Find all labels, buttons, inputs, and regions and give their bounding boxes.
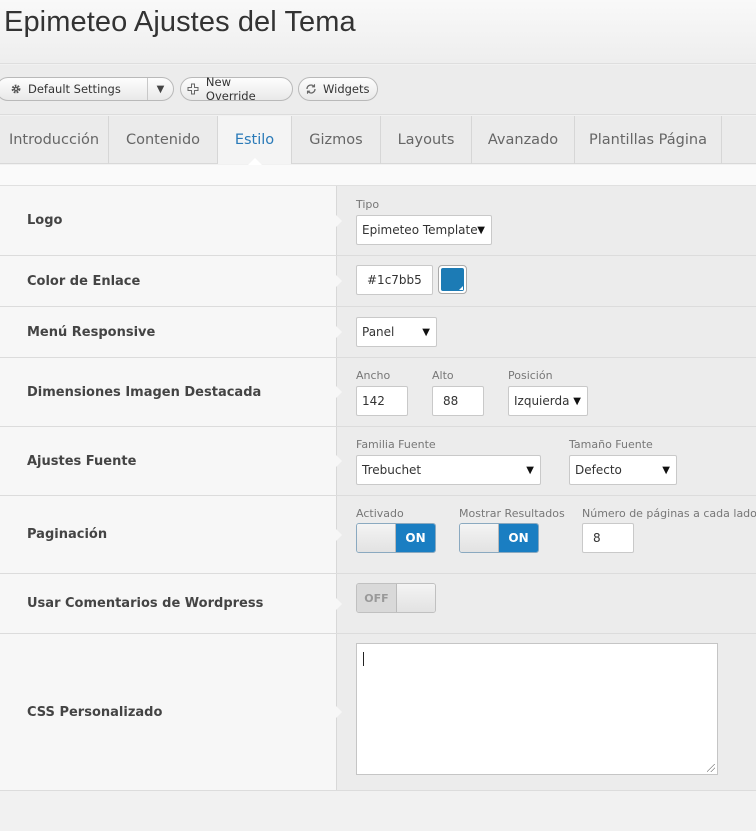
field-caption: Alto — [432, 369, 454, 382]
setting-row-link-color: Color de Enlace #1c7bb5 — [0, 256, 756, 307]
settings-select[interactable]: Default Settings ▼ — [0, 77, 174, 101]
section-header-bar — [0, 165, 756, 186]
image-width-input[interactable]: 142 — [356, 386, 408, 416]
select-value: Trebuchet — [362, 463, 422, 477]
toggle-knob — [396, 584, 435, 612]
setting-row-logo: Logo Tipo Epimeteo Template ▼ — [0, 186, 756, 256]
dropdown-arrow-icon: ▼ — [662, 465, 670, 476]
setting-label: Dimensiones Imagen Destacada — [0, 358, 342, 426]
toggle-state: OFF — [357, 584, 396, 612]
color-swatch-fill — [441, 268, 464, 291]
field-caption: Familia Fuente — [356, 438, 436, 451]
field-caption: Ancho — [356, 369, 391, 382]
tab-label: Plantillas Página — [589, 132, 707, 148]
dropdown-arrow-icon: ▼ — [422, 327, 430, 338]
tab-label: Introducción — [8, 132, 100, 148]
field-caption: Tipo — [356, 198, 380, 211]
tab-estilo[interactable]: Estilo — [218, 116, 292, 165]
text-cursor — [363, 652, 364, 666]
tab-avanzado[interactable]: Avanzado — [472, 116, 575, 164]
toggle-state: ON — [499, 524, 538, 552]
chevron-down-icon[interactable]: ▼ — [147, 78, 173, 100]
select-value: Epimeteo Template — [362, 223, 478, 237]
wp-comments-toggle[interactable]: OFF — [356, 583, 436, 613]
select-value: Defecto — [575, 463, 622, 477]
refresh-icon — [305, 83, 317, 96]
setting-row-pagination: Paginación Activado ON Mostrar Resultado… — [0, 496, 756, 574]
setting-row-responsive-menu: Menú Responsive Panel ▼ — [0, 307, 756, 358]
setting-label: Menú Responsive — [0, 307, 342, 357]
logo-type-select[interactable]: Epimeteo Template ▼ — [356, 215, 492, 245]
new-override-button[interactable]: New Override — [180, 75, 293, 103]
setting-label: Paginación — [0, 496, 342, 573]
color-picker-swatch[interactable] — [438, 265, 467, 294]
tab-gizmos[interactable]: Gizmos — [292, 116, 381, 164]
tab-introduccion[interactable]: Introducción — [0, 116, 109, 164]
tab-layouts[interactable]: Layouts — [381, 116, 472, 164]
font-size-select[interactable]: Defecto ▼ — [569, 455, 677, 485]
select-value: Panel — [362, 325, 395, 339]
field-caption: Posición — [508, 369, 553, 382]
pagination-enabled-toggle[interactable]: ON — [356, 523, 436, 553]
dropdown-arrow-icon: ▼ — [526, 465, 534, 476]
setting-row-font: Ajustes Fuente Familia Fuente Trebuchet … — [0, 427, 756, 496]
field-caption: Mostrar Resultados — [459, 507, 565, 520]
plus-icon — [187, 83, 200, 96]
setting-row-featured-image: Dimensiones Imagen Destacada Ancho 142 A… — [0, 358, 756, 427]
toggle-state: ON — [396, 524, 435, 552]
tab-label: Contenido — [125, 132, 201, 148]
field-caption: Tamaño Fuente — [569, 438, 653, 451]
tab-label: Layouts — [397, 132, 455, 148]
setting-label: Color de Enlace — [0, 256, 342, 306]
page-title: Epimeteo Ajustes del Tema — [4, 6, 356, 38]
new-override-label: New Override — [205, 75, 256, 103]
setting-row-custom-css: CSS Personalizado — [0, 634, 756, 791]
tab-label: Avanzado — [487, 132, 559, 148]
tab-contenido[interactable]: Contenido — [109, 116, 218, 164]
responsive-menu-select[interactable]: Panel ▼ — [356, 317, 437, 347]
dropdown-arrow-icon: ▼ — [477, 225, 485, 236]
widgets-button[interactable]: Widgets — [298, 77, 378, 101]
setting-label: CSS Personalizado — [0, 634, 342, 790]
dropdown-arrow-icon: ▼ — [573, 396, 581, 407]
setting-label: Ajustes Fuente — [0, 427, 342, 495]
custom-css-textarea[interactable] — [356, 643, 718, 775]
settings-select-label: Default Settings — [28, 82, 121, 96]
link-color-input[interactable]: #1c7bb5 — [356, 265, 433, 295]
field-caption: Activado — [356, 507, 404, 520]
page-footer-space — [0, 791, 756, 831]
font-family-select[interactable]: Trebuchet ▼ — [356, 455, 541, 485]
setting-label: Logo — [0, 186, 342, 255]
tab-plantillas-pagina[interactable]: Plantillas Página — [575, 116, 722, 164]
toggle-knob — [460, 524, 499, 552]
field-caption: Número de páginas a cada lado — [582, 507, 756, 520]
tab-bar: Introducción Contenido Estilo Gizmos Lay… — [0, 116, 756, 165]
show-results-toggle[interactable]: ON — [459, 523, 539, 553]
toggle-knob — [357, 524, 396, 552]
gear-icon — [9, 83, 22, 96]
image-height-input[interactable]: 88 — [432, 386, 484, 416]
select-value: Izquierda — [514, 394, 570, 408]
resize-handle-icon[interactable] — [707, 764, 715, 772]
widgets-label: Widgets — [323, 82, 370, 96]
setting-label: Usar Comentarios de Wordpress — [0, 574, 342, 633]
tab-label: Gizmos — [309, 132, 363, 148]
pages-each-side-input[interactable]: 8 — [582, 523, 634, 553]
tab-label: Estilo — [234, 132, 275, 148]
toolbar: Default Settings ▼ New Override Widgets — [0, 65, 756, 115]
image-position-select[interactable]: Izquierda ▼ — [508, 386, 588, 416]
setting-row-wp-comments: Usar Comentarios de Wordpress OFF — [0, 574, 756, 634]
